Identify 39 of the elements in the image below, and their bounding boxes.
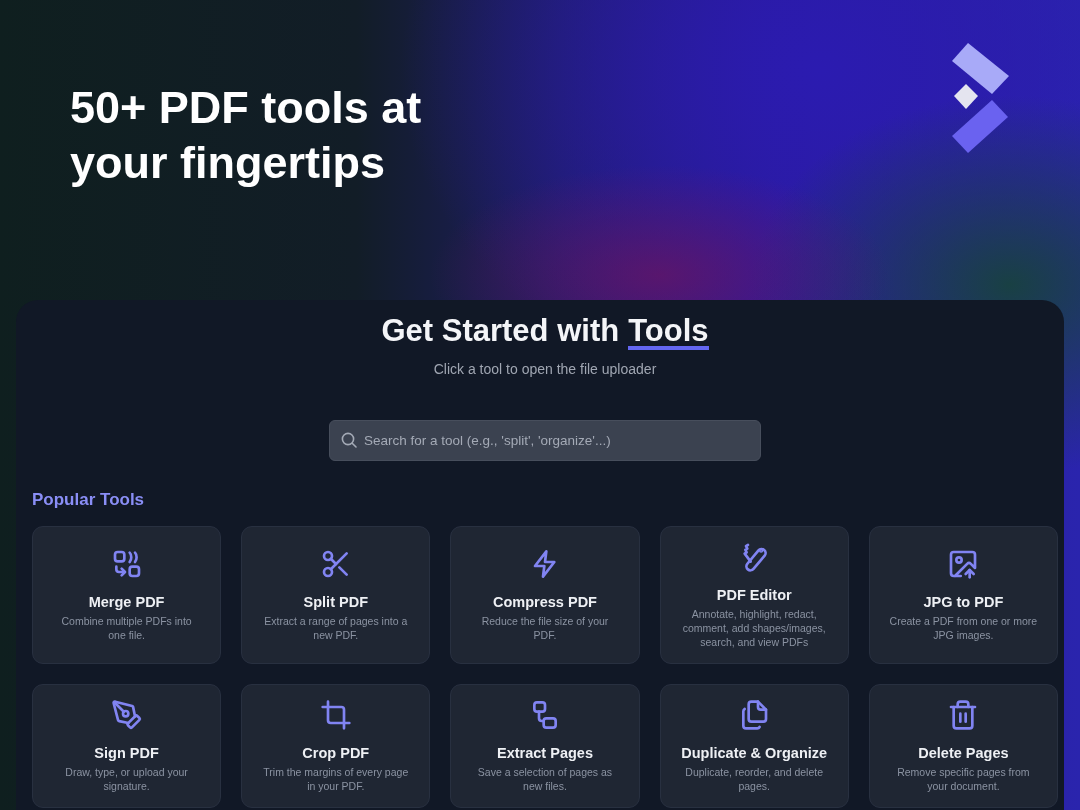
tool-card[interactable]: JPG to PDF Create a PDF from one or more JPG images. <box>868 526 1058 664</box>
tool-card[interactable]: Merge PDF Combine multiple PDFs into one file. <box>32 526 222 664</box>
tool-title: Delete Pages <box>918 744 1009 763</box>
tool-title: JPG to PDF <box>923 593 1004 612</box>
tool-card[interactable]: Crop PDF Trim the margins of every page in your PDF. <box>241 684 431 808</box>
tool-description: Create a PDF from one or more JPG images. <box>889 614 1038 642</box>
tool-title: Extract Pages <box>497 744 593 763</box>
tool-card[interactable]: Split PDF Extract a range of pages into a new PDF. <box>241 526 431 664</box>
tool-description: Extract a range of pages into a new PDF. <box>263 614 409 642</box>
search-field[interactable]: Search for a tool (e.g., 'split', 'organize'...) <box>329 420 761 461</box>
tool-description: Duplicate, reorder, and delete pages. <box>684 765 825 793</box>
search-icon <box>341 432 357 448</box>
tool-card[interactable]: Extract Pages Save a selection of pages as new files. <box>450 684 640 808</box>
tool-title: Crop PDF <box>302 744 370 763</box>
tool-card[interactable]: Compress PDF Reduce the file size of your PDF. <box>450 526 640 664</box>
pen-nib-icon <box>110 699 143 731</box>
tool-card[interactable]: Delete Pages Remove specific pages from your document. <box>868 684 1058 808</box>
hero-heading: 50+ PDF tools at your fingertips <box>70 81 423 190</box>
tool-card[interactable]: Sign PDF Draw, type, or upload your signature. <box>32 684 222 808</box>
tool-card[interactable]: Duplicate & Organize Duplicate, reorder, and delete pages. <box>659 684 849 808</box>
tool-description: Annotate, highlight, redact, comment, add shapes/images, search, and view PDFs <box>681 607 827 649</box>
tool-description: Remove specific pages from your document. <box>896 765 1031 793</box>
tool-title: Compress PDF <box>493 593 597 612</box>
tool-description: Save a selection of pages as new files. <box>476 765 614 793</box>
tool-description: Trim the margins of every page in your PDF. <box>262 765 410 793</box>
crop-icon <box>319 699 352 731</box>
tool-title: Sign PDF <box>94 744 159 763</box>
panel-subtitle: Click a tool to open the file uploader <box>433 360 657 379</box>
tool-title: Split PDF <box>303 593 368 612</box>
tool-title: Duplicate & Organize <box>681 744 828 763</box>
tool-description: Combine multiple PDFs into one file. <box>60 614 193 642</box>
section-heading: Popular Tools <box>32 489 146 511</box>
tool-description: Reduce the file size of your PDF. <box>480 614 610 642</box>
tool-title: Merge PDF <box>88 593 165 612</box>
panel-title: Get Started with Tools <box>381 312 709 350</box>
tool-description: Draw, type, or upload your signature. <box>64 765 189 793</box>
logo-icon <box>950 40 1010 155</box>
tool-card[interactable]: PDF Editor Annotate, highlight, redact, comment, add shapes/images, search, and view PDFs <box>659 526 849 664</box>
tool-title: PDF Editor <box>716 586 792 605</box>
